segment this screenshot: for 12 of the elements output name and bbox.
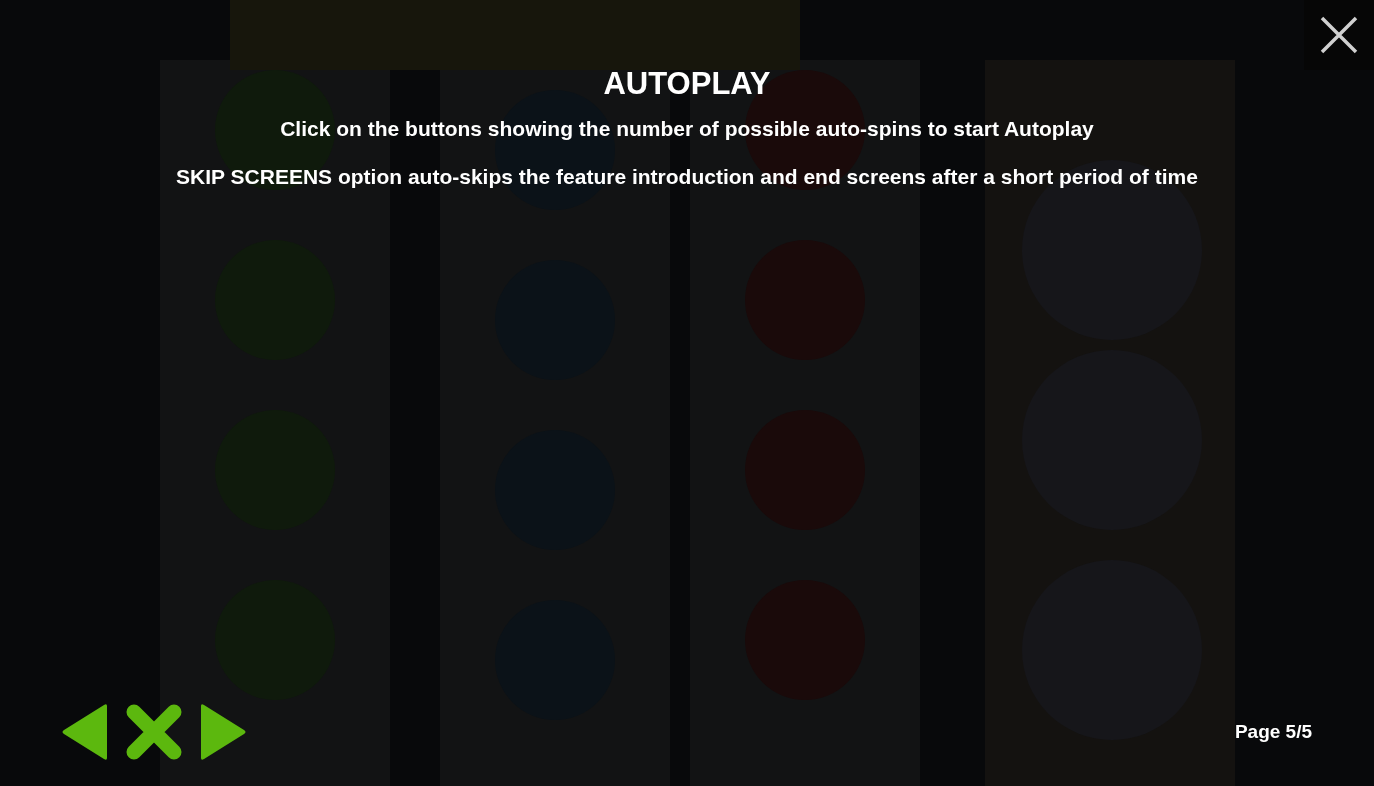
previous-button[interactable]: [60, 703, 110, 761]
next-button[interactable]: [198, 703, 248, 761]
close-button[interactable]: [1304, 0, 1374, 70]
x-icon: [124, 702, 184, 762]
page-indicator: Page 5/5: [1234, 719, 1312, 744]
close-help-button[interactable]: [124, 702, 184, 762]
section-title: AUTOPLAY: [603, 68, 771, 99]
left-arrow-icon: [60, 703, 110, 761]
instruction-text: SKIP SCREENS option auto-skips the feature introduction and end screens after a short period of time: [176, 164, 1198, 190]
close-icon: [1320, 16, 1358, 54]
instruction-text: Click on the buttons showing the number of possible auto-spins to start Autoplay: [280, 116, 1094, 142]
right-arrow-icon: [198, 703, 248, 761]
